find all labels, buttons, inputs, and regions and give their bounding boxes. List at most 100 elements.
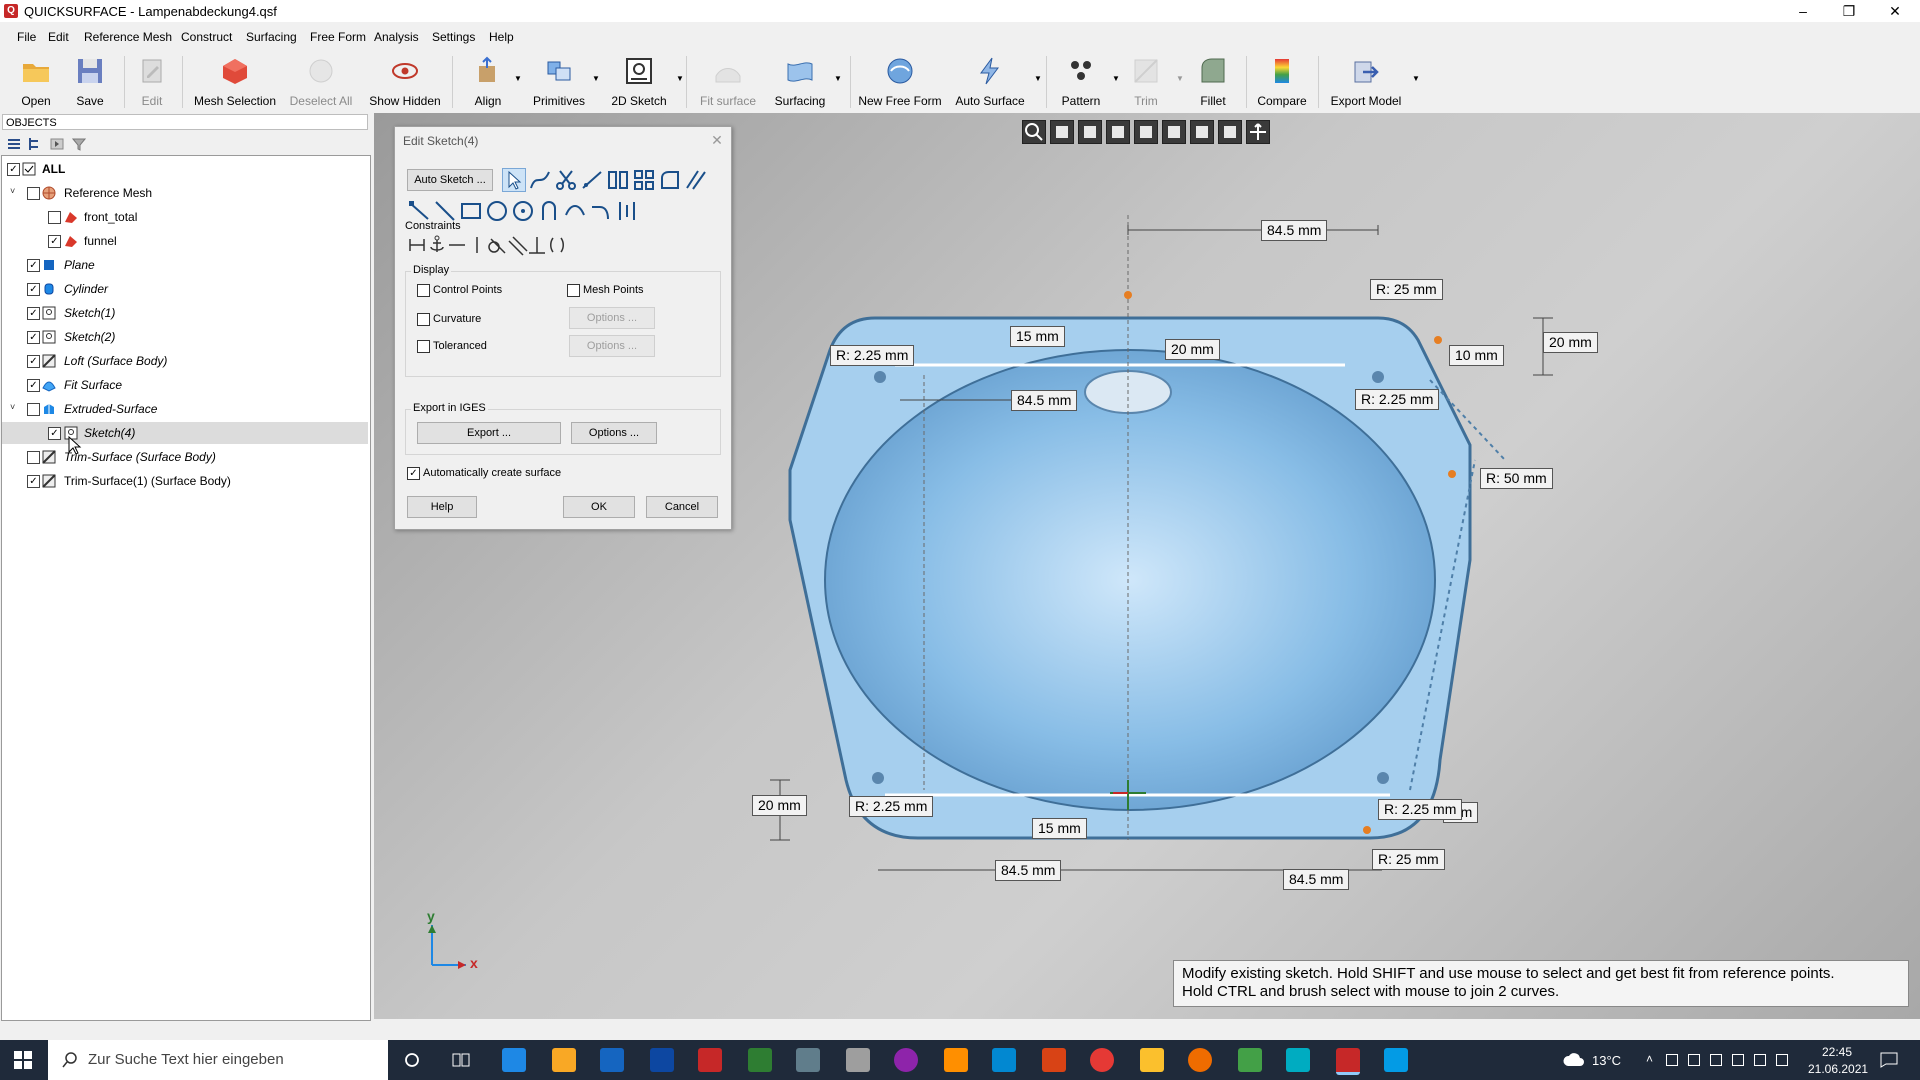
- pattern-dropdown-icon[interactable]: ▼: [1112, 74, 1120, 83]
- menu-free-form[interactable]: Free Form: [310, 30, 366, 44]
- control-points-checkbox[interactable]: [417, 284, 430, 297]
- spline-tool-button[interactable]: [528, 168, 552, 192]
- curvature-checkbox[interactable]: [417, 313, 430, 326]
- sketch2d-dropdown-icon[interactable]: ▼: [676, 74, 684, 83]
- primitives-dropdown-icon[interactable]: ▼: [592, 74, 600, 83]
- export-dropdown-icon[interactable]: ▼: [1412, 74, 1420, 83]
- menu-construct[interactable]: Construct: [181, 30, 232, 44]
- tray-icon[interactable]: [1666, 1054, 1678, 1066]
- tree-item-front-total[interactable]: front_total: [2, 206, 368, 228]
- fillet-tool-button[interactable]: [658, 168, 682, 192]
- quicksurface-taskbar-icon[interactable]: [1336, 1048, 1360, 1075]
- tree-checkbox[interactable]: [27, 187, 40, 200]
- task-view-icon[interactable]: [452, 1052, 470, 1068]
- tree-item-fit-surface[interactable]: ✓ Fit Surface: [2, 374, 368, 396]
- sketch-point[interactable]: [1377, 772, 1389, 784]
- open-button[interactable]: Open: [12, 50, 60, 112]
- sketch-point[interactable]: [872, 772, 884, 784]
- surfacing-dropdown-icon[interactable]: ▼: [834, 74, 842, 83]
- polygon-tool-button[interactable]: [485, 199, 509, 223]
- pattern-tool-button[interactable]: [632, 168, 656, 192]
- tree-item-loft[interactable]: ✓ Loft (Surface Body): [2, 350, 368, 372]
- tray-icon[interactable]: [1732, 1054, 1744, 1066]
- tree-checkbox[interactable]: ✓: [27, 283, 40, 296]
- chrome-icon[interactable]: [1090, 1048, 1114, 1072]
- tree-item-trim-surface-1[interactable]: ✓ Trim-Surface(1) (Surface Body): [2, 470, 368, 492]
- filter-icon[interactable]: [72, 137, 86, 151]
- tree-item-reference-mesh[interactable]: ˅ Reference Mesh: [2, 182, 368, 204]
- trim-tool-button[interactable]: [554, 168, 578, 192]
- menu-settings[interactable]: Settings: [432, 30, 475, 44]
- constraint-symmetric-button[interactable]: [545, 233, 569, 257]
- menu-help[interactable]: Help: [489, 30, 514, 44]
- pattern-button[interactable]: Pattern ▼: [1054, 50, 1120, 112]
- menu-file[interactable]: File: [17, 30, 36, 44]
- fillet-button[interactable]: Fillet: [1190, 50, 1236, 112]
- cancel-button[interactable]: Cancel: [646, 496, 718, 518]
- taskbar-app-icon[interactable]: [796, 1048, 820, 1072]
- restore-button[interactable]: ❐: [1826, 0, 1872, 22]
- arc-tool-button[interactable]: [563, 199, 587, 223]
- curvature-options-button[interactable]: Options ...: [569, 307, 655, 329]
- collapse-icon[interactable]: ˅: [10, 186, 20, 198]
- control-point[interactable]: [1434, 336, 1442, 344]
- word-icon[interactable]: [600, 1048, 624, 1072]
- tree-item-extruded-surface[interactable]: ˅ Extruded-Surface: [2, 398, 368, 420]
- export-model-button[interactable]: Export Model ▼: [1328, 50, 1420, 112]
- align-dropdown-icon[interactable]: ▼: [514, 74, 522, 83]
- tray-icon[interactable]: [1710, 1054, 1722, 1066]
- tree-checkbox[interactable]: ✓: [27, 259, 40, 272]
- compare-button[interactable]: Compare: [1254, 50, 1310, 112]
- tray-chevron-icon[interactable]: ˄: [1646, 1052, 1653, 1066]
- mesh-selection-button[interactable]: Mesh Selection: [190, 50, 280, 112]
- windows-start-icon[interactable]: [14, 1051, 32, 1069]
- mirror-tool-button[interactable]: [606, 168, 630, 192]
- surfacing-button[interactable]: Surfacing ▼: [770, 50, 842, 112]
- close-button[interactable]: ✕: [1872, 0, 1918, 22]
- slot-tool-button[interactable]: [537, 199, 561, 223]
- ok-button[interactable]: OK: [563, 496, 635, 518]
- trim-dropdown-icon[interactable]: ▼: [1176, 74, 1184, 83]
- control-point[interactable]: [1124, 291, 1132, 299]
- sketch-point[interactable]: [1372, 371, 1384, 383]
- rectangle-tool-button[interactable]: [459, 199, 483, 223]
- tree-checkbox[interactable]: [27, 451, 40, 464]
- sketch2d-button[interactable]: 2D Sketch ▼: [608, 50, 684, 112]
- cortana-icon[interactable]: [404, 1052, 420, 1068]
- tree-view-icon[interactable]: [28, 137, 42, 151]
- tree-item-all[interactable]: ✓ ALL: [2, 158, 368, 180]
- minimize-button[interactable]: –: [1780, 0, 1826, 22]
- taskbar-app-icon[interactable]: [1042, 1048, 1066, 1072]
- tree-item-sketch2[interactable]: ✓ Sketch(2): [2, 326, 368, 348]
- taskbar-app-icon[interactable]: [1384, 1048, 1408, 1072]
- fit-surface-button[interactable]: Fit surface: [694, 50, 762, 112]
- tree-checkbox[interactable]: [48, 211, 61, 224]
- taskbar-app-icon[interactable]: [1286, 1048, 1310, 1072]
- tree-item-sketch1[interactable]: ✓ Sketch(1): [2, 302, 368, 324]
- notifications-icon[interactable]: [1880, 1052, 1898, 1068]
- tree-item-funnel[interactable]: ✓ funnel: [2, 230, 368, 252]
- menu-edit[interactable]: Edit: [48, 30, 69, 44]
- export-button[interactable]: Export ...: [417, 422, 561, 444]
- primitives-button[interactable]: Primitives ▼: [530, 50, 600, 112]
- dimension-label[interactable]: 10 mm: [1449, 345, 1504, 366]
- tree-item-sketch4[interactable]: ✓ Sketch(4): [2, 422, 368, 444]
- taskbar-app-icon[interactable]: [1188, 1048, 1212, 1072]
- align-button[interactable]: Align ▼: [462, 50, 522, 112]
- tree-checkbox[interactable]: [27, 403, 40, 416]
- select-tool-button[interactable]: [502, 168, 526, 192]
- menu-surfacing[interactable]: Surfacing: [246, 30, 297, 44]
- weather-cloud-icon[interactable]: [1562, 1052, 1586, 1068]
- dimension-label[interactable]: R: 2.25 mm: [830, 345, 915, 366]
- sketch-point[interactable]: [874, 371, 886, 383]
- clock-date[interactable]: 21.06.2021: [1808, 1062, 1868, 1076]
- collapse-icon[interactable]: ˅: [10, 402, 20, 414]
- list-view-icon[interactable]: [7, 137, 21, 151]
- auto-create-surface-checkbox[interactable]: ✓: [407, 467, 420, 480]
- dimension-label[interactable]: 20 mm: [752, 795, 807, 816]
- expand-icon[interactable]: [50, 137, 64, 151]
- dimension-label[interactable]: R: 25 mm: [1370, 279, 1443, 300]
- save-button[interactable]: Save: [66, 50, 114, 112]
- menu-reference-mesh[interactable]: Reference Mesh: [84, 30, 172, 44]
- dimension-label[interactable]: R: 2.25 mm: [1378, 799, 1463, 820]
